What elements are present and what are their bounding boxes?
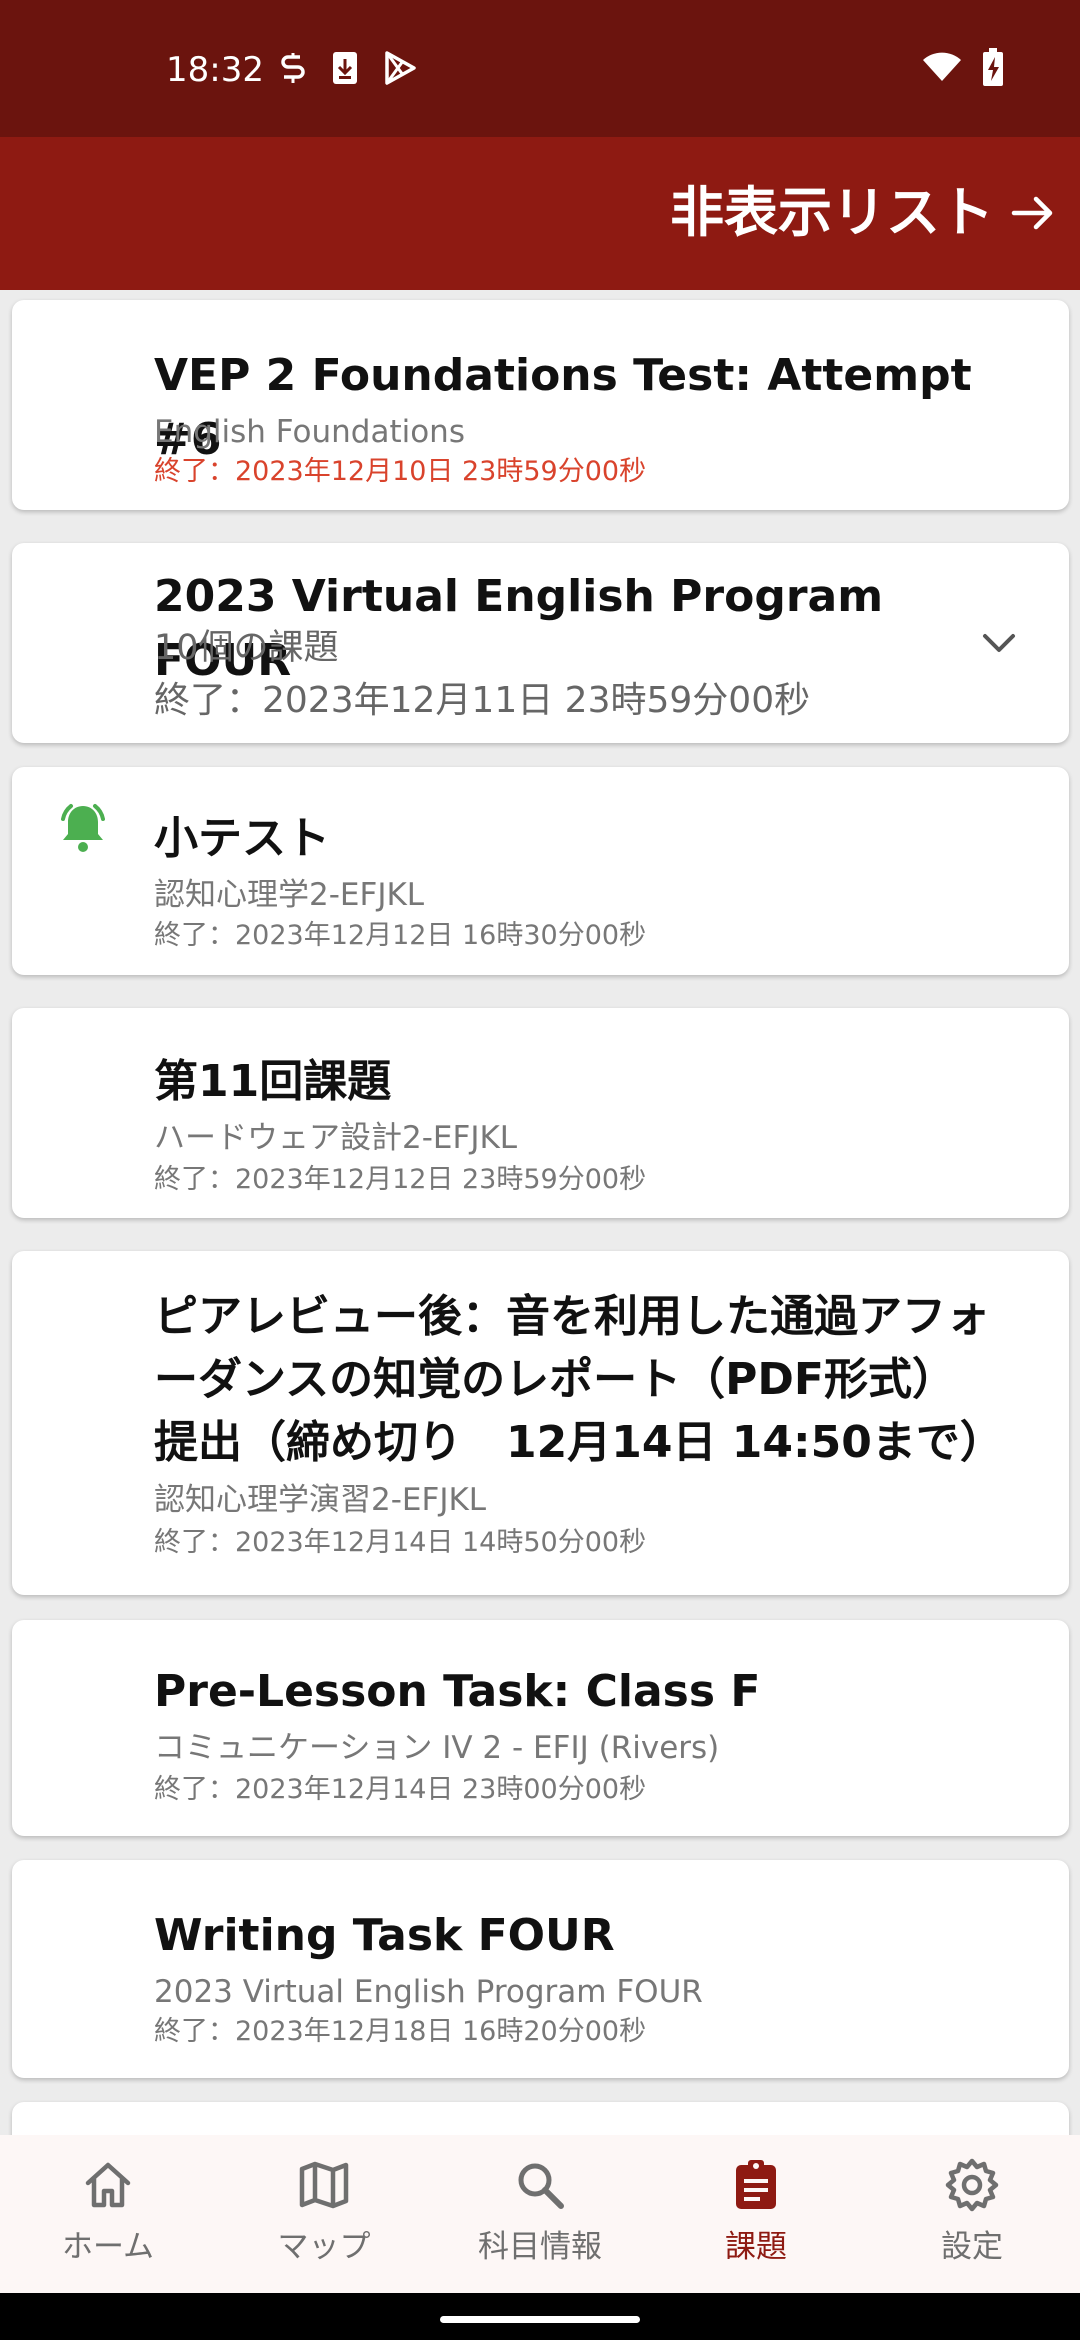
status-bar: 18:32 (0, 0, 1080, 137)
hidden-list-button[interactable]: 非表示リスト (670, 175, 1058, 251)
assignment-due: 終了：2023年12月14日 14時50分00秒 (154, 1527, 647, 1558)
arrow-right-icon (1011, 196, 1053, 230)
status-icons-left (278, 50, 418, 86)
group-title: 2023 Virtual English Program FOUR (154, 2124, 999, 2135)
nav-label: マップ (277, 2229, 371, 2265)
gear-icon (945, 2158, 999, 2212)
assignment-card[interactable]: VEP 2 Foundations Test: Attempt #6 Engli… (12, 300, 1069, 510)
assignment-card[interactable]: 第11回課題 ハードウェア設計2-EFJKL 終了：2023年12月12日 23… (12, 1008, 1069, 1218)
assignment-list[interactable]: VEP 2 Foundations Test: Attempt #6 Engli… (0, 290, 1080, 2135)
play-store-icon (385, 51, 416, 85)
nav-settings[interactable]: 設定 (864, 2135, 1080, 2293)
assignment-due: 終了：2023年12月12日 16時30分00秒 (154, 920, 647, 951)
bottom-navigation: ホーム マップ 科目情報 課題 設定 (0, 2135, 1080, 2293)
assignment-title: ピアレビュー後：音を利用した通過アフォーダンスの知覚のレポート（PDF形式）提出… (154, 1291, 1004, 1468)
assignment-card[interactable]: Pre-Lesson Task: Class F コミュニケーション IV 2 … (12, 1620, 1069, 1836)
assignment-card[interactable]: ピアレビュー後：音を利用した通過アフォーダンスの知覚のレポート（PDF形式）提出… (12, 1251, 1069, 1595)
assignment-course: ハードウェア設計2-EFJKL (154, 1120, 518, 1156)
assignment-due: 終了：2023年12月14日 23時00分00秒 (154, 1774, 647, 1805)
hidden-list-label: 非表示リスト (670, 181, 994, 244)
nav-assignments[interactable]: 課題 (648, 2135, 864, 2293)
assignment-course: 認知心理学演習2-EFJKL (154, 1482, 487, 1518)
assignment-due: 終了：2023年12月10日 23時59分00秒 (154, 456, 647, 487)
bell-ringing-icon (61, 804, 105, 852)
group-due: 終了：2023年12月11日 23時59分00秒 (154, 680, 811, 721)
assignment-icon (736, 2160, 776, 2209)
gesture-bar (0, 2293, 1080, 2340)
assignment-course: English Foundations (154, 414, 465, 450)
group-count: 10個の課題 (154, 628, 339, 668)
assignment-group-card[interactable]: 2023 Virtual English Program FOUR 10個の課題… (12, 543, 1069, 743)
wifi-icon (923, 52, 961, 81)
nav-label: ホーム (61, 2229, 155, 2265)
assignment-card[interactable]: 小テスト 認知心理学2-EFJKL 終了：2023年12月12日 16時30分0… (12, 767, 1069, 975)
assignment-title: Pre-Lesson Task: Class F (154, 1666, 761, 1717)
assignment-due: 終了：2023年12月18日 16時20分00秒 (154, 2016, 647, 2047)
assignment-course: コミュニケーション IV 2 - EFIJ (Rivers) (154, 1730, 720, 1766)
assignment-group-card[interactable]: 2023 Virtual English Program FOUR (12, 2102, 1069, 2135)
home-icon (85, 2162, 131, 2208)
nav-label: 課題 (725, 2229, 787, 2265)
nav-course-info[interactable]: 科目情報 (432, 2135, 648, 2293)
status-icons-right (922, 48, 1004, 86)
assignment-title: 小テスト (154, 813, 330, 864)
status-time: 18:32 (166, 50, 264, 90)
map-icon (299, 2161, 349, 2209)
app-bar: 非表示リスト (0, 137, 1080, 290)
assignment-title: Writing Task FOUR (154, 1910, 615, 1961)
assignment-course: 2023 Virtual English Program FOUR (154, 1974, 703, 2010)
gesture-handle[interactable] (440, 2316, 640, 2323)
nav-map[interactable]: マップ (216, 2135, 432, 2293)
search-icon (518, 2163, 564, 2209)
nav-label: 設定 (941, 2229, 1003, 2265)
nav-label: 科目情報 (478, 2229, 602, 2265)
assignment-due: 終了：2023年12月12日 23時59分00秒 (154, 1164, 647, 1195)
download-icon (333, 52, 357, 84)
battery-charging-icon (983, 48, 1003, 86)
assignment-title: 第11回課題 (154, 1056, 392, 1107)
chevron-down-icon[interactable] (979, 623, 1019, 663)
nav-home[interactable]: ホーム (0, 2135, 216, 2293)
assignment-course: 認知心理学2-EFJKL (154, 877, 425, 913)
assignment-card[interactable]: Writing Task FOUR 2023 Virtual English P… (12, 1860, 1069, 2078)
s-icon (281, 53, 305, 83)
